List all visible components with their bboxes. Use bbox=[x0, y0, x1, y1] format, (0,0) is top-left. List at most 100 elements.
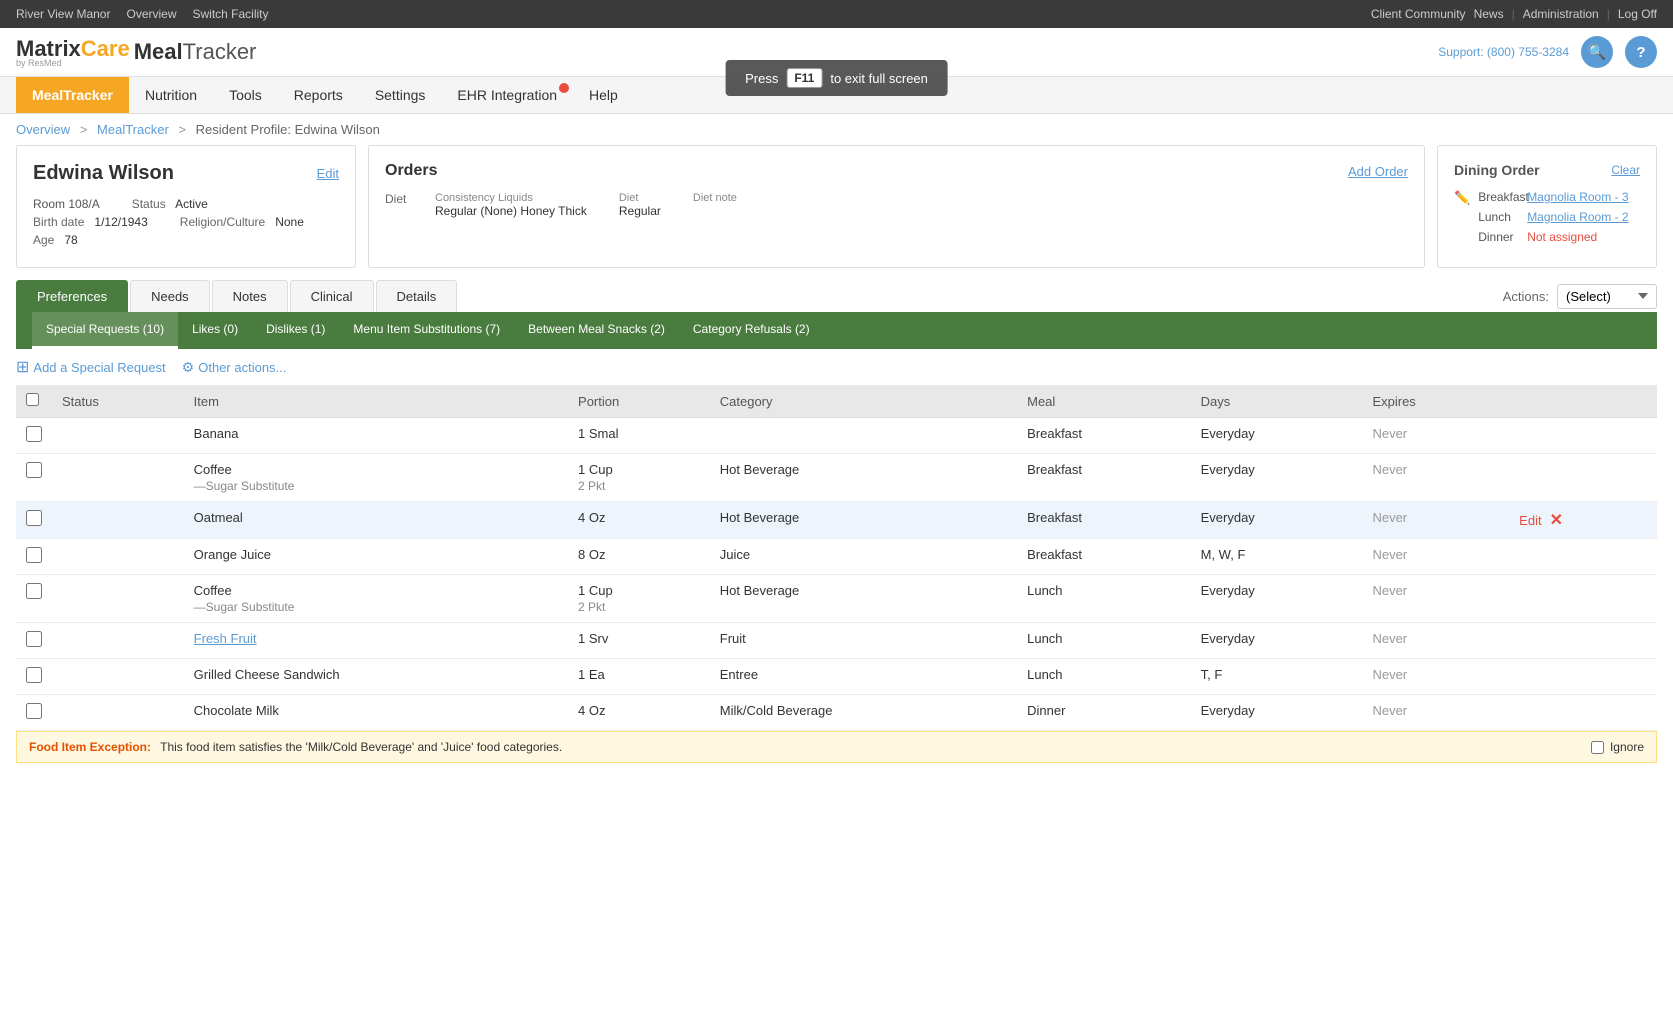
breadcrumb-sep2: > bbox=[178, 122, 189, 137]
nav-settings[interactable]: Settings bbox=[359, 77, 442, 113]
help-button[interactable]: ? bbox=[1625, 36, 1657, 68]
birthdate-value: 1/12/1943 bbox=[94, 215, 147, 229]
religion-value: None bbox=[275, 215, 304, 229]
client-community-link[interactable]: Client Community bbox=[1371, 7, 1466, 21]
nav-tools[interactable]: Tools bbox=[213, 77, 278, 113]
resident-info-row3: Age 78 bbox=[33, 233, 339, 247]
sub-tab-menu-item-substitutions[interactable]: Menu Item Substitutions (7) bbox=[339, 312, 514, 349]
cell-category: Fruit bbox=[710, 623, 1017, 659]
resident-age-area: Age 78 bbox=[33, 233, 78, 247]
tab-clinical[interactable]: Clinical bbox=[290, 280, 374, 312]
dining-dinner-label: Dinner bbox=[1478, 230, 1523, 244]
dining-edit-pencil-icon[interactable]: ✏️ bbox=[1454, 190, 1470, 206]
delete-link[interactable]: ✕ bbox=[1550, 512, 1563, 529]
item-name: Grilled Cheese Sandwich bbox=[194, 667, 340, 682]
add-order-link[interactable]: Add Order bbox=[1348, 164, 1408, 179]
dining-clear-link[interactable]: Clear bbox=[1611, 163, 1640, 177]
cell-actions bbox=[1509, 695, 1657, 731]
nav-reports[interactable]: Reports bbox=[278, 77, 359, 113]
orders-title: Orders bbox=[385, 162, 437, 180]
actions-select[interactable]: (Select) bbox=[1557, 284, 1657, 309]
row-checkbox[interactable] bbox=[26, 426, 42, 442]
header-right: Support: (800) 755-3284 🔍 ? bbox=[1438, 36, 1657, 68]
sub-tab-likes[interactable]: Likes (0) bbox=[178, 312, 252, 349]
nav-ehr-integration[interactable]: EHR Integration bbox=[441, 77, 573, 113]
resident-status-area: Status Active bbox=[132, 197, 208, 211]
dining-breakfast-room[interactable]: Magnolia Room - 3 bbox=[1527, 190, 1628, 204]
tab-preferences[interactable]: Preferences bbox=[16, 280, 128, 312]
cell-meal: Breakfast bbox=[1017, 454, 1191, 502]
nav-nutrition[interactable]: Nutrition bbox=[129, 77, 213, 113]
resident-info-row2: Birth date 1/12/1943 Religion/Culture No… bbox=[33, 215, 339, 229]
dining-header: Dining Order Clear bbox=[1454, 162, 1640, 178]
nav-help[interactable]: Help bbox=[573, 77, 634, 113]
news-link[interactable]: News bbox=[1474, 7, 1504, 21]
sub-tab-special-requests[interactable]: Special Requests (10) bbox=[32, 312, 178, 349]
cell-meal: Lunch bbox=[1017, 575, 1191, 623]
sub-tab-category-refusals[interactable]: Category Refusals (2) bbox=[679, 312, 824, 349]
resident-birthdate-area: Birth date 1/12/1943 bbox=[33, 215, 148, 229]
edit-link[interactable]: Edit bbox=[1519, 513, 1541, 528]
administration-link[interactable]: Administration bbox=[1523, 7, 1599, 21]
search-button[interactable]: 🔍 bbox=[1581, 36, 1613, 68]
row-checkbox[interactable] bbox=[26, 703, 42, 719]
log-off-link[interactable]: Log Off bbox=[1618, 7, 1657, 21]
sub-tab-between-meal-snacks[interactable]: Between Meal Snacks (2) bbox=[514, 312, 679, 349]
separator2: | bbox=[1607, 7, 1610, 21]
cell-portion: 1 Cup 2 Pkt bbox=[568, 454, 710, 502]
nav-mealtracker[interactable]: MealTracker bbox=[16, 77, 129, 113]
cell-meal: Breakfast bbox=[1017, 502, 1191, 539]
col-status: Status bbox=[52, 385, 184, 418]
portion-value: 1 Smal bbox=[578, 426, 618, 441]
item-link[interactable]: Fresh Fruit bbox=[194, 631, 257, 646]
dining-card: Dining Order Clear ✏️ Breakfast Magnolia… bbox=[1437, 145, 1657, 268]
row-checkbox[interactable] bbox=[26, 583, 42, 599]
table-header-row: Status Item Portion Category Meal Days E… bbox=[16, 385, 1657, 418]
cell-status bbox=[52, 695, 184, 731]
cell-days: Everyday bbox=[1191, 575, 1363, 623]
tab-needs[interactable]: Needs bbox=[130, 280, 210, 312]
portion-value: 1 Cup bbox=[578, 583, 613, 598]
add-label: Add a Special Request bbox=[33, 360, 165, 375]
switch-facility-link[interactable]: Switch Facility bbox=[193, 7, 269, 21]
cell-meal: Dinner bbox=[1017, 695, 1191, 731]
cell-status bbox=[52, 575, 184, 623]
row-checkbox[interactable] bbox=[26, 462, 42, 478]
select-all-checkbox[interactable] bbox=[26, 393, 39, 406]
overview-link[interactable]: Overview bbox=[126, 7, 176, 21]
diet-item-note: Diet note bbox=[693, 192, 737, 218]
dining-lunch-room[interactable]: Magnolia Room - 2 bbox=[1527, 210, 1628, 224]
other-actions-button[interactable]: ⚙ Other actions... bbox=[182, 359, 287, 376]
breadcrumb-sep1: > bbox=[80, 122, 91, 137]
add-special-request-button[interactable]: ⊞ Add a Special Request bbox=[16, 357, 166, 377]
age-label: Age bbox=[33, 233, 54, 247]
tab-details[interactable]: Details bbox=[376, 280, 458, 312]
ehr-badge bbox=[559, 83, 569, 93]
resident-edit-link[interactable]: Edit bbox=[317, 166, 339, 181]
table-row: Fresh Fruit 1 Srv Fruit Lunch Everyday N… bbox=[16, 623, 1657, 659]
cell-meal: Lunch bbox=[1017, 659, 1191, 695]
breadcrumb-mealtracker[interactable]: MealTracker bbox=[97, 122, 169, 137]
resident-religion-area: Religion/Culture None bbox=[180, 215, 304, 229]
cell-item: Fresh Fruit bbox=[184, 623, 568, 659]
row-checkbox[interactable] bbox=[26, 510, 42, 526]
row-checkbox[interactable] bbox=[26, 547, 42, 563]
cell-category: Juice bbox=[710, 539, 1017, 575]
diet-label: Diet bbox=[385, 192, 435, 206]
fullscreen-prefix: Press bbox=[745, 71, 778, 86]
sub-item: —Sugar Substitute bbox=[194, 600, 558, 614]
logo: MatrixCare by ResMed MealTracker bbox=[16, 36, 256, 68]
col-expires: Expires bbox=[1362, 385, 1509, 418]
cell-days: Everyday bbox=[1191, 502, 1363, 539]
row-checkbox[interactable] bbox=[26, 631, 42, 647]
portion-value: 1 Srv bbox=[578, 631, 608, 646]
breadcrumb-overview[interactable]: Overview bbox=[16, 122, 70, 137]
row-checkbox[interactable] bbox=[26, 667, 42, 683]
tab-notes[interactable]: Notes bbox=[212, 280, 288, 312]
ignore-label: Ignore bbox=[1610, 740, 1644, 754]
portion-value: 1 Ea bbox=[578, 667, 605, 682]
diet-item-diet: Diet Regular bbox=[619, 192, 661, 218]
ignore-checkbox[interactable] bbox=[1591, 741, 1604, 754]
item-name: Coffee bbox=[194, 583, 232, 598]
sub-tab-dislikes[interactable]: Dislikes (1) bbox=[252, 312, 339, 349]
